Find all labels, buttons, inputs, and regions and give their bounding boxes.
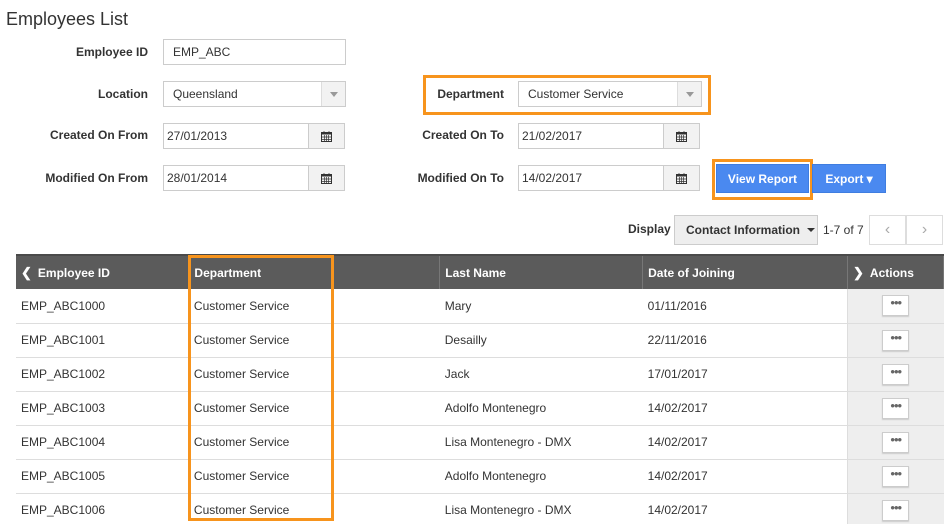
column-header-employee-id[interactable]: ❮ Employee ID: [16, 254, 190, 289]
actions-cell: •••: [847, 493, 944, 524]
actions-cell: •••: [847, 425, 944, 460]
table-row[interactable]: EMP_ABC1006 Customer Service Lisa Monteneg…: [16, 493, 944, 524]
date-of-joining-cell: 22/11/2016: [642, 323, 848, 358]
date-of-joining-cell: 14/02/2017: [642, 493, 848, 524]
actions-cell: •••: [847, 323, 944, 358]
department-label: Department: [437, 87, 504, 101]
more-actions-button[interactable]: •••: [882, 329, 910, 351]
calendar-icon[interactable]: [664, 165, 700, 191]
calendar-icon[interactable]: [309, 165, 345, 191]
actions-cell: •••: [847, 357, 944, 392]
employee-id-cell: EMP_ABC1004: [16, 425, 189, 460]
created-on-to-label: Created On To: [422, 128, 504, 142]
table-row[interactable]: EMP_ABC1005 Customer Service Adolfo Monten…: [16, 459, 944, 494]
last-name-cell: Desailly: [439, 323, 643, 358]
page-title: Employees List: [6, 9, 129, 29]
employee-id-cell: EMP_ABC1002: [16, 357, 189, 392]
table-row[interactable]: EMP_ABC1002 Customer Service Jack 17/01/201…: [16, 357, 944, 392]
calendar-icon[interactable]: [664, 123, 700, 149]
modified-on-to-input[interactable]: 14/02/2017: [518, 165, 664, 191]
location-value: Queensland: [173, 87, 238, 101]
last-name-cell: Mary: [439, 289, 643, 324]
actions-cell: •••: [847, 289, 944, 324]
view-report-button[interactable]: View Report: [716, 164, 809, 193]
chevron-right-icon: ›: [921, 221, 928, 238]
modified-on-from-input[interactable]: 28/01/2014: [163, 165, 309, 191]
date-of-joining-cell: 17/01/2017: [642, 357, 848, 392]
employee-id-cell: EMP_ABC1006: [16, 493, 189, 524]
date-of-joining-cell: 14/02/2017: [642, 391, 848, 426]
modified-on-to-label: Modified On To: [417, 171, 504, 185]
chevron-left-icon[interactable]: ❮: [21, 265, 32, 280]
more-actions-button[interactable]: •••: [882, 431, 910, 453]
employee-id-cell: EMP_ABC1000: [16, 289, 189, 324]
created-on-to-input[interactable]: 21/02/2017: [518, 123, 664, 149]
location-select[interactable]: Queensland: [163, 81, 346, 107]
actions-cell: •••: [847, 459, 944, 494]
employee-id-input[interactable]: EMP_ABC: [163, 39, 346, 65]
created-on-from-label: Created On From: [49, 128, 148, 142]
last-name-cell: Adolfo Montenegro: [439, 459, 643, 494]
chevron-right-icon[interactable]: ❯: [853, 265, 864, 280]
table-row[interactable]: EMP_ABC1003 Customer Service Adolfo Monten…: [16, 391, 944, 426]
column-header-date-of-joining[interactable]: Date of Joining: [642, 254, 849, 289]
chevron-down-icon: [321, 82, 345, 106]
more-actions-button[interactable]: •••: [882, 465, 910, 487]
caret-down-icon: [807, 228, 815, 232]
date-of-joining-cell: 14/02/2017: [642, 425, 848, 460]
column-header-actions[interactable]: ❯ Actions: [847, 254, 944, 289]
employee-id-cell: EMP_ABC1005: [16, 459, 189, 494]
more-actions-button[interactable]: •••: [882, 363, 910, 385]
location-label: Location: [98, 87, 148, 101]
table-row[interactable]: EMP_ABC1001 Customer Service Desailly 22/11…: [16, 323, 944, 358]
date-of-joining-cell: 14/02/2017: [642, 459, 848, 494]
more-actions-button[interactable]: •••: [882, 499, 910, 521]
display-value: Contact Information: [686, 223, 800, 237]
department-column-highlight: [188, 255, 334, 521]
calendar-icon[interactable]: [309, 123, 345, 149]
created-on-from-input[interactable]: 27/01/2013: [163, 123, 309, 149]
last-name-cell: Jack: [439, 357, 643, 392]
column-header-last-name[interactable]: Last Name: [439, 254, 644, 289]
display-select[interactable]: Contact Information: [674, 215, 818, 245]
date-of-joining-cell: 01/11/2016: [642, 289, 848, 324]
employee-id-label: Employee ID: [75, 45, 148, 59]
display-label: Display: [628, 222, 671, 236]
more-actions-button[interactable]: •••: [882, 397, 910, 419]
more-actions-button[interactable]: •••: [882, 295, 910, 317]
department-select[interactable]: Customer Service: [518, 81, 702, 107]
table-row[interactable]: EMP_ABC1004 Customer Service Lisa Monteneg…: [16, 425, 944, 460]
employees-table: ❮ Employee ID Department Last Name Date o…: [16, 254, 944, 524]
modified-on-from-label: Modified On From: [45, 171, 148, 185]
actions-cell: •••: [847, 391, 944, 426]
last-name-cell: Lisa Montenegro - DMX: [439, 425, 643, 460]
table-header-row: ❮ Employee ID Department Last Name Date o…: [16, 254, 944, 289]
next-page-button[interactable]: ›: [906, 215, 943, 245]
employee-id-cell: EMP_ABC1003: [16, 391, 189, 426]
last-name-cell: Adolfo Montenegro: [439, 391, 643, 426]
export-button[interactable]: Export ▾: [812, 164, 886, 193]
pagination-info: 1-7 of 7: [823, 223, 864, 237]
chevron-down-icon: [677, 82, 701, 106]
last-name-cell: Lisa Montenegro - DMX: [439, 493, 643, 524]
department-value: Customer Service: [528, 87, 624, 101]
table-row[interactable]: EMP_ABC1000 Customer Service Mary 01/11/201…: [16, 289, 944, 324]
employee-id-cell: EMP_ABC1001: [16, 323, 189, 358]
chevron-left-icon: ‹: [884, 221, 891, 238]
prev-page-button[interactable]: ‹: [869, 215, 906, 245]
